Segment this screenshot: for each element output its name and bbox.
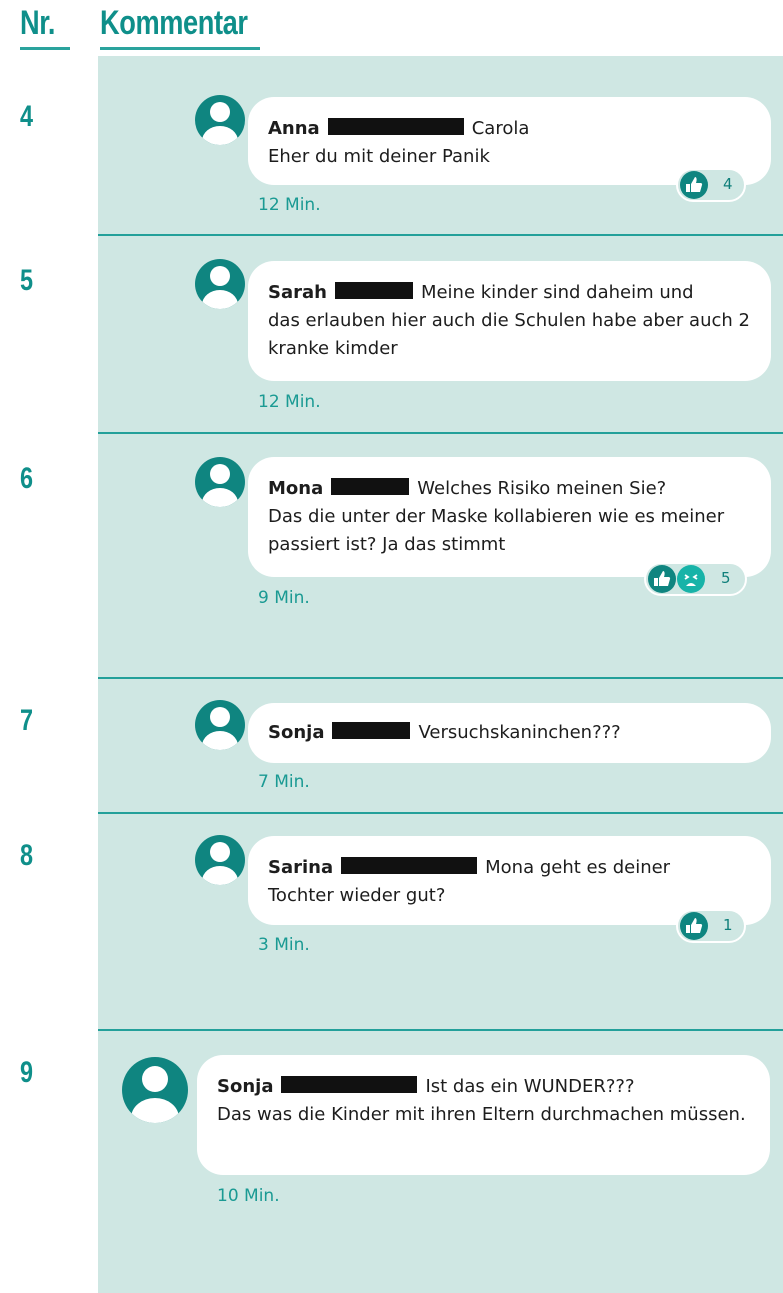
row-number: 5 [20, 264, 34, 297]
sad-icon [677, 565, 705, 593]
column-header-comment: Kommentar [100, 4, 248, 42]
row-number: 8 [20, 839, 34, 872]
reaction-count: 1 [723, 916, 733, 934]
comment-timestamp: 10 Min. [217, 1186, 280, 1206]
comment-text: Versuchskaninchen??? [418, 722, 621, 743]
column-header-nr: Nr. [20, 4, 56, 42]
comment-bubble: Sonja Ist das ein WUNDER??? Das was die K… [197, 1055, 770, 1175]
reactions-badge[interactable]: 4 [676, 168, 746, 202]
redaction-bar [327, 118, 464, 135]
comment-text-continued: Tochter wieder gut? [268, 885, 446, 906]
comment-author[interactable]: Sonja [217, 1076, 273, 1097]
comment-text: Welches Risiko meinen Sie? [417, 478, 667, 499]
comment-text: Carola [471, 118, 530, 139]
row-number: 4 [20, 100, 34, 133]
header-underline-comment [100, 47, 260, 50]
row-separator [98, 432, 783, 434]
header-underline-nr [20, 47, 70, 50]
comment-timestamp: 12 Min. [258, 195, 321, 215]
comment-author[interactable]: Sonja [268, 722, 324, 743]
comment-author[interactable]: Sarah [268, 282, 327, 303]
comment-text-continued: das erlauben hier auch die Schulen habe … [268, 310, 750, 359]
avatar-icon[interactable] [122, 1057, 188, 1123]
avatar-icon[interactable] [195, 457, 245, 507]
comment-timestamp: 12 Min. [258, 392, 321, 412]
comment-bubble: Mona Welches Risiko meinen Sie? Das die u… [248, 457, 771, 577]
comment-timestamp: 7 Min. [258, 772, 310, 792]
row-number: 6 [20, 462, 34, 495]
comment-author[interactable]: Anna [268, 118, 320, 139]
avatar-icon[interactable] [195, 95, 245, 145]
reactions-badge[interactable]: 5 [644, 562, 747, 596]
row-number: 7 [20, 704, 34, 737]
avatar-icon[interactable] [195, 700, 245, 750]
row-separator [98, 234, 783, 236]
like-icon [680, 912, 708, 940]
redaction-bar [281, 1076, 418, 1093]
comment-text-continued: Eher du mit deiner Panik [268, 146, 490, 167]
comment-timestamp: 9 Min. [258, 588, 310, 608]
row-separator [98, 812, 783, 814]
comment-bubble: Sonja Versuchskaninchen??? [248, 703, 771, 763]
row-separator [98, 677, 783, 679]
comment-author[interactable]: Sarina [268, 857, 333, 878]
redaction-bar [341, 857, 478, 874]
comment-text: Mona geht es deiner [485, 857, 671, 878]
row-number: 9 [20, 1056, 34, 1089]
redaction-bar [334, 282, 413, 299]
row-separator [98, 1029, 783, 1031]
comment-text-continued: Das was die Kinder mit ihren Eltern durc… [217, 1104, 746, 1125]
comment-bubble: Sarah Meine kinder sind daheim und das er… [248, 261, 771, 381]
redaction-bar [331, 478, 410, 495]
comment-text: Ist das ein WUNDER??? [425, 1076, 635, 1097]
redaction-bar [332, 722, 411, 739]
comment-text-continued: Das die unter der Maske kollabieren wie … [268, 506, 725, 555]
like-icon [648, 565, 676, 593]
comment-author[interactable]: Mona [268, 478, 323, 499]
comment-text: Meine kinder sind daheim und [420, 282, 694, 303]
reactions-badge[interactable]: 1 [676, 909, 746, 943]
reaction-count: 4 [723, 175, 733, 193]
avatar-icon[interactable] [195, 835, 245, 885]
like-icon [680, 171, 708, 199]
comment-timestamp: 3 Min. [258, 935, 310, 955]
reaction-count: 5 [721, 569, 731, 587]
avatar-icon[interactable] [195, 259, 245, 309]
